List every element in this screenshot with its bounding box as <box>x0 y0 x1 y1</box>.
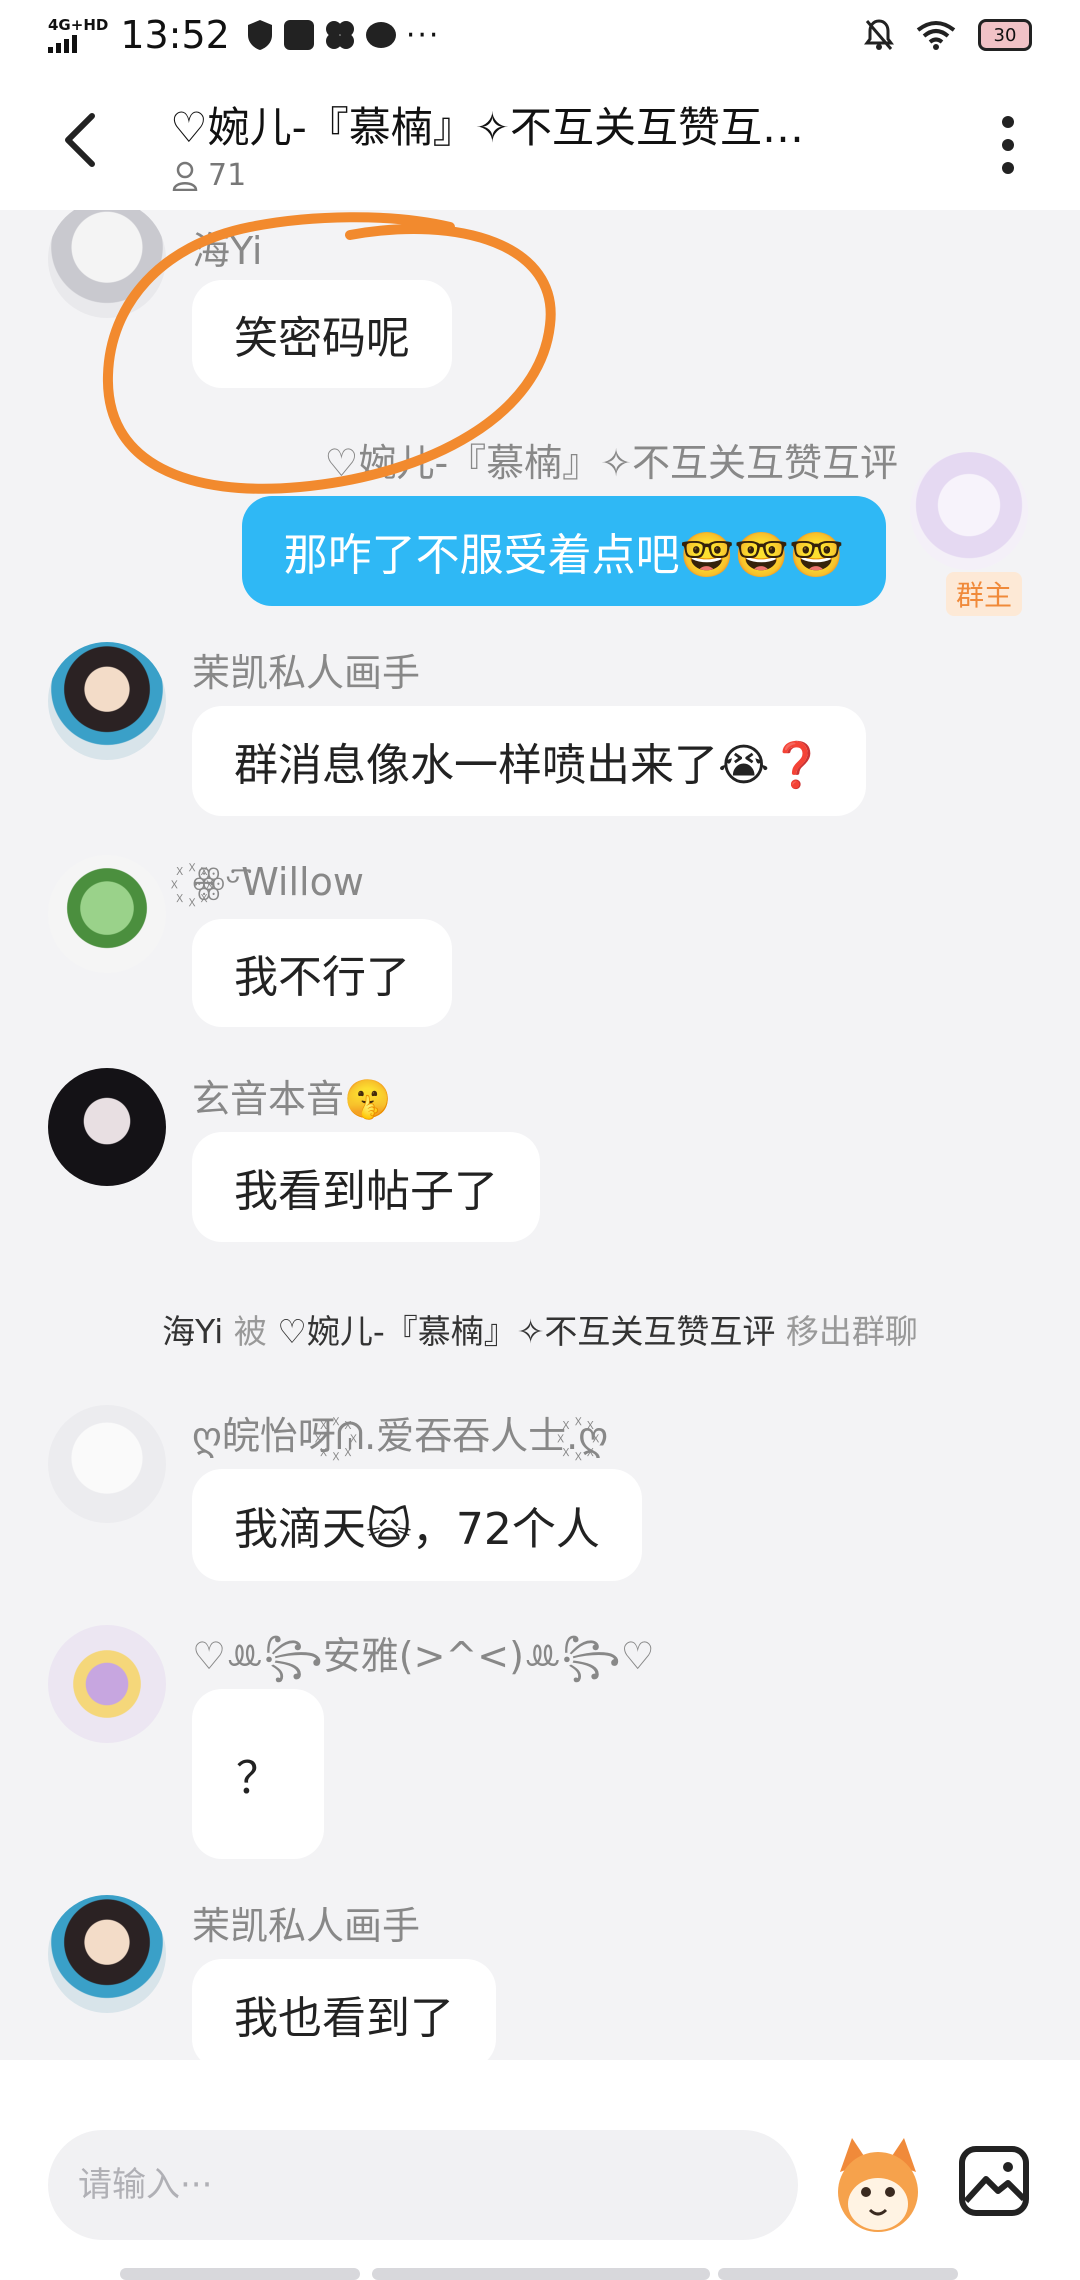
more-options-button[interactable] <box>988 110 1028 180</box>
chat-title[interactable]: ♡婉儿-『慕楠』✧不互关互赞互… <box>170 94 930 155</box>
image-button[interactable] <box>958 2145 1030 2217</box>
chat-icon <box>365 22 396 48</box>
sender-name: ♡婉儿-『慕楠』✧不互关互赞互评 <box>324 441 898 485</box>
message-bubble[interactable]: ？ <box>192 1689 324 1859</box>
status-time: 13:52 <box>120 13 230 57</box>
sender-name: 茉凯私人画手 <box>192 1904 421 1948</box>
battery-level: 30 <box>993 24 1017 46</box>
system-notice: 海Yi 被 ♡婉儿-『慕楠』✧不互关互赞互评 移出群聊 <box>0 1305 1080 1353</box>
pinwheel-icon <box>325 21 354 49</box>
status-bar: 4G+HD 13:52 ··· 30 <box>0 0 1080 70</box>
back-arrow-icon <box>65 113 95 167</box>
avatar[interactable] <box>48 1895 166 2013</box>
avatar[interactable] <box>48 1405 166 1523</box>
removed-user: 海Yi <box>162 1312 224 1351</box>
nav-indicator <box>372 2268 710 2280</box>
sender-name: 茉凯私人画手 <box>192 651 421 695</box>
more-notifications-icon: ··· <box>405 17 441 53</box>
message-bubble[interactable]: 我滴天🙀，72个人 <box>192 1469 642 1581</box>
member-count[interactable]: 71 <box>172 158 246 193</box>
avatar[interactable] <box>48 855 166 973</box>
message-bubble[interactable]: 笑密码呢 <box>192 280 452 388</box>
message-bubble[interactable]: 我不行了 <box>192 919 452 1027</box>
nav-indicator <box>120 2268 360 2280</box>
message-bubble[interactable]: 我看到帖子了 <box>192 1132 540 1242</box>
owner-badge: 群主 <box>945 572 1022 616</box>
wifi-icon <box>916 21 956 50</box>
back-button[interactable] <box>50 110 110 170</box>
avatar[interactable] <box>48 210 166 318</box>
chat-header: ♡婉儿-『慕楠』✧不互关互赞互… 71 <box>0 70 1080 210</box>
notice-actor: ♡婉儿-『慕楠』✧不互关互赞互评 <box>277 1312 776 1351</box>
member-count-value: 71 <box>208 158 247 193</box>
avatar[interactable] <box>48 1068 166 1186</box>
battery-icon: 30 <box>978 19 1032 51</box>
message-bubble[interactable]: 群消息像水一样喷出来了😭❓ <box>192 706 867 816</box>
avatar[interactable] <box>48 642 166 760</box>
bell-muted-icon <box>864 19 894 50</box>
sender-name: ꙰ꙮ꙯ᵕ꙯Willow <box>192 860 364 904</box>
input-bar <box>0 2060 1080 2280</box>
notification-icons: ··· <box>246 18 441 53</box>
shield-icon <box>247 20 272 50</box>
person-icon <box>172 161 198 191</box>
image-icon <box>959 2146 1029 2216</box>
sender-name: 玄音本音🤫 <box>192 1077 392 1121</box>
avatar[interactable] <box>910 452 1028 570</box>
notice-connector: 被 <box>233 1312 267 1351</box>
message-input[interactable] <box>48 2130 798 2240</box>
emoji-button[interactable] <box>830 2132 926 2238</box>
nav-indicator <box>718 2268 958 2280</box>
notice-action: 移出群聊 <box>785 1312 918 1351</box>
emoji-icon <box>838 2138 918 2232</box>
sender-name: 海Yi <box>192 229 263 273</box>
network-label: 4G+HD <box>48 16 109 34</box>
more-vertical-icon <box>1002 116 1014 128</box>
avatar[interactable] <box>48 1625 166 1743</box>
message-bubble[interactable]: 我也看到了 <box>192 1959 496 2060</box>
signal-icon: 4G+HD <box>48 17 108 53</box>
message-bubble[interactable]: 那咋了不服受着点吧🤓🤓🤓 <box>241 496 886 606</box>
sender-name: ღ皖怡呀꙰ᕬ.爱吞吞人士.꙰ღ <box>192 1414 609 1458</box>
message-list[interactable]: 海Yi 笑密码呢 群主 ♡婉儿-『慕楠』✧不互关互赞互评 那咋了不服受着点吧🤓🤓… <box>0 210 1080 2060</box>
mail-icon <box>283 20 314 50</box>
